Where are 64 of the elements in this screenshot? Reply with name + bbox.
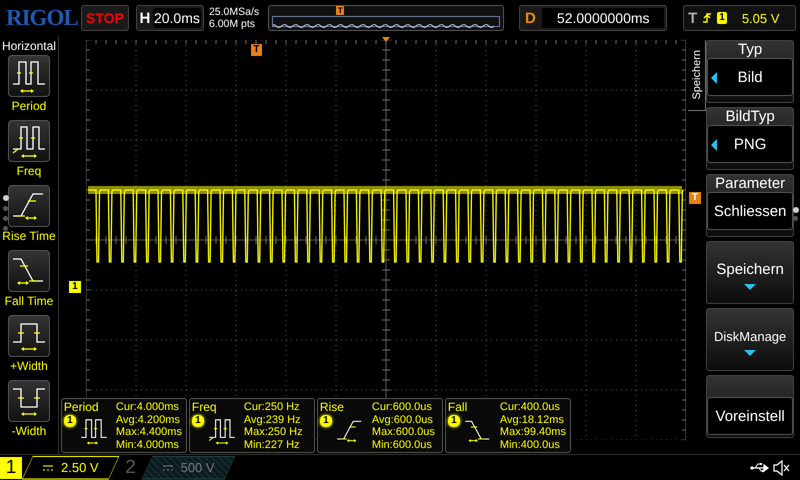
timebase-box[interactable]: H 20.0ms xyxy=(136,5,204,31)
measurement-value: Avg:18.12ms xyxy=(500,414,565,426)
menu-title: BildTyp xyxy=(726,108,775,125)
channel-number: 2 xyxy=(124,456,137,478)
channel-badge: 1 xyxy=(64,415,76,427)
channel-offset-marker[interactable]: 1 xyxy=(68,281,81,293)
measure-label: Fall Time xyxy=(4,294,54,308)
menu-title: Parameter xyxy=(715,175,786,192)
measurement-value: Avg:239 Hz xyxy=(244,414,302,426)
measurement-value: Cur:600.0us xyxy=(372,401,433,414)
measurement-value: Max:250 Hz xyxy=(244,426,303,438)
brand-logo: RIGOL xyxy=(6,5,76,31)
channel-scale: 500 V xyxy=(180,460,215,475)
measurement-name: Rise xyxy=(320,401,345,414)
trigger-label: T xyxy=(688,10,698,26)
measure-label: -Width xyxy=(12,424,46,438)
delay-label: D xyxy=(524,10,537,26)
menu-option-button[interactable]: PNG xyxy=(707,125,794,163)
menu-button-label: Speichern xyxy=(716,261,784,278)
menu-button[interactable]: DiskManage xyxy=(706,308,794,371)
menu-button-label: DiskManage xyxy=(714,329,786,344)
measurement-name: Freq xyxy=(192,401,218,414)
measurement-name: Fall xyxy=(448,401,468,414)
measurement-value: Max:600.0us xyxy=(372,426,435,438)
menu-title: Horizontal xyxy=(2,39,56,53)
measurement-value: Avg:600.0us xyxy=(372,414,434,426)
measurement-value: Cur:250 Hz xyxy=(244,401,301,414)
trigger-box[interactable]: T 1 5.05 V xyxy=(683,5,796,31)
measurement-value: Min:4.000ms xyxy=(116,438,180,451)
delay-box[interactable]: D 52.0000000ms xyxy=(519,5,668,31)
sample-rate: 25.0MSa/s xyxy=(208,6,260,18)
menu-title: Typ xyxy=(738,41,762,58)
menu-option-button[interactable]: Bild xyxy=(707,58,794,96)
measure-label: Period xyxy=(12,99,46,113)
menu-button[interactable]: Speichern xyxy=(706,241,794,304)
measurement-value: Min:227 Hz xyxy=(244,438,301,451)
timebase-value: 20.0ms xyxy=(152,8,201,28)
run-stop-button[interactable]: STOP xyxy=(81,5,129,31)
menu-option-button[interactable]: Voreinstell xyxy=(707,397,794,435)
timebase-label: H xyxy=(138,10,152,26)
channel-badge: 1 xyxy=(192,415,204,427)
trigger-position-marker: T xyxy=(336,6,344,15)
trigger-source-badge: 1 xyxy=(717,12,727,24)
measure-label: Rise Time xyxy=(2,229,56,243)
channel-number: 1 xyxy=(0,456,22,478)
measurement-name: Period xyxy=(64,401,100,414)
trigger-level-value: 5.05 V xyxy=(742,10,780,26)
channel-scale: 2.50 V xyxy=(61,460,99,475)
menu-option-button[interactable]: Schliessen xyxy=(707,192,794,230)
measurement-value: Min:400.0us xyxy=(500,438,561,451)
measurement-value: Min:600.0us xyxy=(372,438,433,451)
measurement-value: Cur:400.0us xyxy=(500,401,561,414)
channel-badge: 1 xyxy=(320,415,332,427)
measure-label: +Width xyxy=(10,359,48,373)
menu-tab-label: Speichern xyxy=(690,50,703,100)
measure-label: Freq xyxy=(16,164,42,178)
channel-badge: 1 xyxy=(448,415,460,427)
memory-depth: 6.00M pts xyxy=(208,18,256,30)
measurement-value: Max:4.400ms xyxy=(116,426,182,438)
measurement-value: Cur:4.000ms xyxy=(116,401,180,414)
trigger-position-marker[interactable]: T xyxy=(250,44,262,56)
measurement-value: Max:99.40ms xyxy=(500,426,566,438)
delay-value: 52.0000000ms xyxy=(542,8,664,28)
measurement-value: Avg:4.200ms xyxy=(116,414,181,426)
